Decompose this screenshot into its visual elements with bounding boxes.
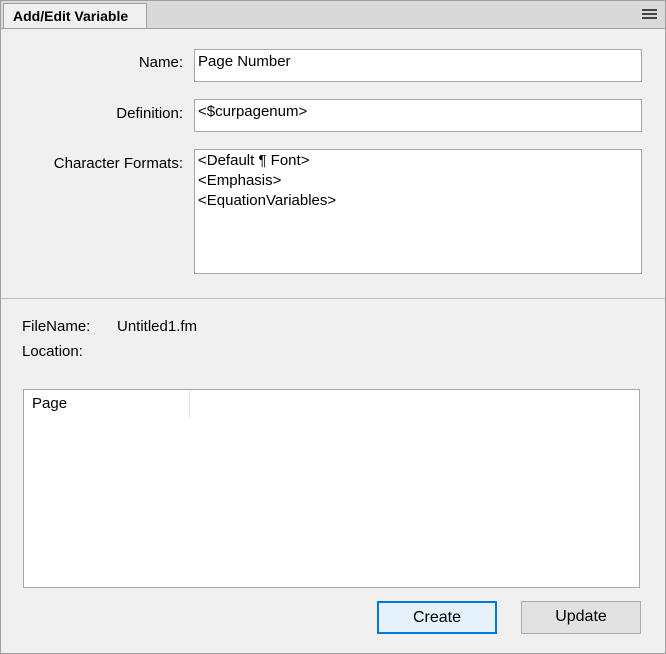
section-divider xyxy=(1,298,665,299)
name-label: Name: xyxy=(138,54,183,71)
tab-bar: Add/Edit Variable xyxy=(1,1,665,29)
location-table[interactable]: Page xyxy=(23,389,640,588)
list-item[interactable]: <Default ¶ Font> xyxy=(198,151,638,171)
tab-add-edit-variable[interactable]: Add/Edit Variable xyxy=(3,3,147,28)
name-field[interactable]: Page Number xyxy=(194,49,642,82)
definition-field[interactable]: <$curpagenum> xyxy=(194,99,642,132)
add-edit-variable-panel: Add/Edit Variable Name: Page Number Defi… xyxy=(0,0,666,654)
filename-value: Untitled1.fm xyxy=(117,318,198,335)
location-label: Location: xyxy=(22,343,83,360)
column-header-page[interactable]: Page xyxy=(24,390,190,418)
hamburger-menu-icon[interactable] xyxy=(642,9,657,20)
character-formats-list[interactable]: <Default ¶ Font> <Emphasis> <EquationVar… xyxy=(194,149,642,274)
character-formats-label: Character Formats: xyxy=(53,155,183,172)
list-item[interactable]: <EquationVariables> xyxy=(198,191,638,211)
list-item[interactable]: <Emphasis> xyxy=(198,171,638,191)
definition-label: Definition: xyxy=(116,105,183,122)
update-button[interactable]: Update xyxy=(521,601,641,634)
filename-label: FileName: xyxy=(22,318,91,335)
create-button[interactable]: Create xyxy=(377,601,497,634)
